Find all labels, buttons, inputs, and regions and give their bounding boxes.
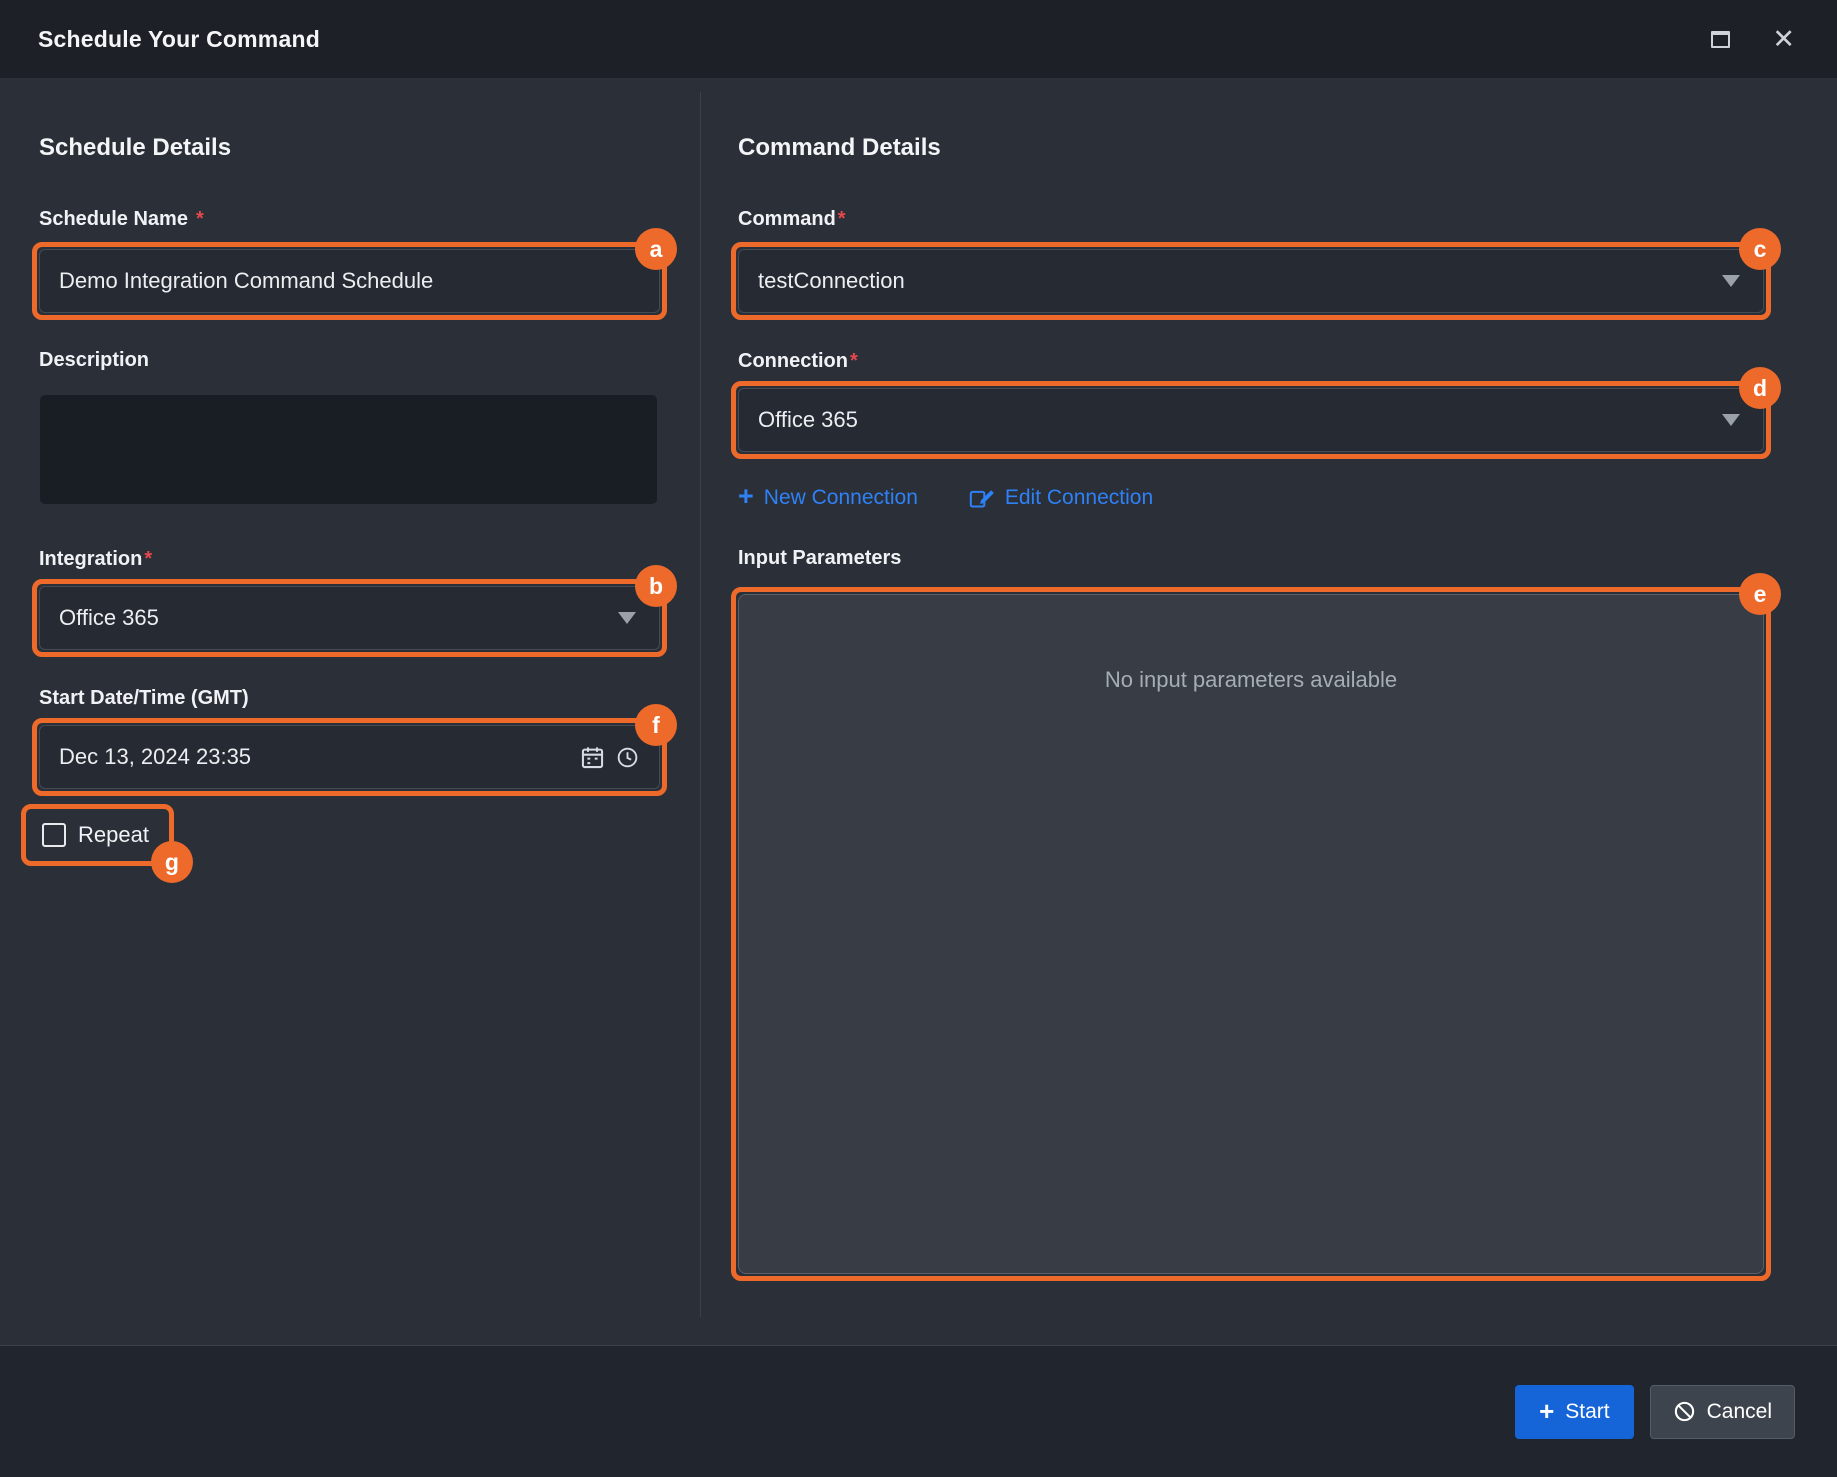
plus-icon: + — [738, 483, 754, 510]
repeat-checkbox[interactable] — [42, 823, 66, 847]
input-parameters-annotation: No input parameters available e — [738, 594, 1764, 1274]
no-parameters-text: No input parameters available — [739, 595, 1763, 693]
start-datetime-annotation: Dec 13, 2024 23:35 f — [39, 725, 660, 789]
integration-label-text: Integration — [39, 548, 142, 570]
description-input[interactable] — [39, 394, 658, 505]
annotation-badge-e: e — [1739, 573, 1781, 615]
integration-annotation: Office 365 b — [39, 586, 660, 650]
required-asterisk: * — [850, 350, 858, 372]
close-button[interactable]: ✕ — [1768, 22, 1799, 57]
integration-select[interactable]: Office 365 — [39, 586, 660, 650]
schedule-details-section: Schedule Details Schedule Name * a Descri… — [39, 78, 660, 866]
connection-label-text: Connection — [738, 350, 848, 372]
schedule-name-annotation: a — [39, 249, 660, 313]
new-connection-label: New Connection — [764, 486, 918, 510]
clock-icon[interactable] — [615, 745, 640, 770]
input-parameters-panel: No input parameters available — [738, 594, 1764, 1274]
command-selected-value: testConnection — [758, 268, 905, 294]
annotation-badge-a: a — [635, 228, 677, 270]
required-asterisk: * — [838, 208, 846, 230]
command-select[interactable]: testConnection — [738, 249, 1764, 313]
annotation-badge-b: b — [635, 565, 677, 607]
chevron-down-icon — [1722, 275, 1740, 287]
connection-select[interactable]: Office 365 — [738, 388, 1764, 452]
maximize-icon — [1711, 31, 1730, 48]
titlebar-actions: ✕ — [1707, 22, 1799, 57]
edit-icon — [968, 484, 995, 511]
new-connection-link[interactable]: + New Connection — [738, 484, 918, 511]
dialog-title: Schedule Your Command — [38, 26, 320, 53]
start-button-label: Start — [1565, 1400, 1609, 1424]
integration-selected-value: Office 365 — [59, 605, 159, 631]
integration-label: Integration* — [39, 548, 660, 571]
plus-icon: + — [1539, 1398, 1554, 1424]
connection-links-row: + New Connection Edit Connection — [738, 484, 1764, 511]
dialog-titlebar: Schedule Your Command ✕ — [0, 0, 1837, 78]
date-time-icons — [579, 744, 640, 771]
cancel-icon — [1673, 1400, 1696, 1423]
calendar-icon[interactable] — [579, 744, 606, 771]
chevron-down-icon — [1722, 414, 1740, 426]
dialog-body: Schedule Details Schedule Name * a Descri… — [0, 78, 1837, 1345]
command-label: Command* — [738, 208, 1764, 231]
column-divider — [700, 92, 701, 1317]
annotation-badge-c: c — [1739, 228, 1781, 270]
required-asterisk: * — [144, 548, 152, 570]
annotation-badge-d: d — [1739, 367, 1781, 409]
chevron-down-icon — [618, 612, 636, 624]
annotation-badge-g: g — [151, 841, 193, 883]
dialog-footer: + Start Cancel — [0, 1345, 1837, 1477]
schedule-name-label: Schedule Name * — [39, 208, 660, 231]
command-details-heading: Command Details — [738, 134, 1764, 162]
description-label: Description — [39, 349, 660, 372]
command-details-section: Command Details Command* testConnection … — [738, 78, 1764, 1274]
start-datetime-input[interactable]: Dec 13, 2024 23:35 — [39, 725, 660, 789]
repeat-label: Repeat — [78, 822, 149, 848]
schedule-command-dialog: Schedule Your Command ✕ Schedule Details… — [0, 0, 1837, 1477]
schedule-details-heading: Schedule Details — [39, 134, 660, 162]
required-asterisk: * — [196, 208, 204, 230]
start-datetime-value: Dec 13, 2024 23:35 — [59, 744, 579, 770]
close-icon: ✕ — [1772, 26, 1795, 53]
connection-annotation: Office 365 d — [738, 388, 1764, 452]
cancel-button-label: Cancel — [1707, 1400, 1772, 1424]
connection-selected-value: Office 365 — [758, 407, 858, 433]
start-datetime-label: Start Date/Time (GMT) — [39, 687, 660, 710]
command-annotation: testConnection c — [738, 249, 1764, 313]
schedule-name-label-text: Schedule Name — [39, 208, 188, 230]
input-parameters-label: Input Parameters — [738, 547, 1764, 570]
maximize-button[interactable] — [1707, 27, 1734, 52]
annotation-badge-f: f — [635, 704, 677, 746]
connection-label: Connection* — [738, 350, 1764, 373]
repeat-annotation: Repeat g — [21, 804, 174, 866]
schedule-name-input[interactable] — [39, 249, 660, 313]
edit-connection-link[interactable]: Edit Connection — [968, 484, 1153, 511]
cancel-button[interactable]: Cancel — [1650, 1385, 1795, 1439]
command-label-text: Command — [738, 208, 836, 230]
edit-connection-label: Edit Connection — [1005, 486, 1153, 510]
start-button[interactable]: + Start — [1515, 1385, 1634, 1439]
